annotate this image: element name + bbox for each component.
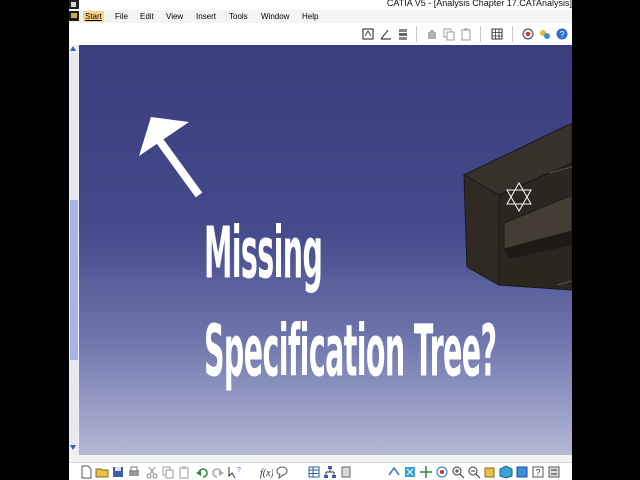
shading-icon[interactable] bbox=[515, 465, 529, 479]
formula-icon[interactable]: f(x) bbox=[259, 465, 275, 479]
rotate-icon[interactable] bbox=[435, 465, 449, 479]
tree-icon[interactable] bbox=[323, 465, 337, 479]
menu-edit[interactable]: Edit bbox=[138, 11, 156, 22]
scroll-thumb[interactable] bbox=[70, 200, 78, 360]
svg-text:?: ? bbox=[237, 467, 241, 474]
zoom-out-icon[interactable] bbox=[467, 465, 481, 479]
svg-text:?: ? bbox=[559, 30, 564, 40]
menu-view[interactable]: View bbox=[164, 11, 185, 22]
menu-insert[interactable]: Insert bbox=[194, 11, 218, 22]
hide-show-icon[interactable]: ? bbox=[531, 465, 545, 479]
angle-icon[interactable] bbox=[379, 27, 393, 41]
compass-star-icon bbox=[506, 181, 532, 213]
table-icon[interactable] bbox=[307, 465, 321, 479]
window-title: CATIA V5 - [Analysis Chapter 17.CATAnaly… bbox=[386, 0, 572, 8]
paste-icon[interactable] bbox=[459, 27, 473, 41]
zoom-in-icon[interactable] bbox=[451, 465, 465, 479]
grid-icon[interactable] bbox=[490, 27, 504, 41]
iso-view-icon[interactable] bbox=[499, 465, 513, 479]
pan-icon[interactable] bbox=[419, 465, 433, 479]
catia-app-icon bbox=[69, 0, 79, 9]
scroll-down-arrow-icon[interactable] bbox=[70, 445, 76, 450]
fit-all-icon[interactable] bbox=[403, 465, 417, 479]
menu-start[interactable]: Start bbox=[83, 11, 104, 22]
menu-window[interactable]: Window bbox=[259, 11, 291, 22]
normal-view-icon[interactable] bbox=[483, 465, 497, 479]
fly-icon[interactable] bbox=[387, 465, 401, 479]
overlay-caption-line1: Missing bbox=[204, 211, 323, 295]
print-icon[interactable] bbox=[127, 465, 141, 479]
title-bar: CATIA V5 - [Analysis Chapter 17.CATAnaly… bbox=[69, 0, 572, 10]
overlay-caption-line2: Specification Tree? bbox=[204, 309, 497, 393]
scroll-up-arrow-icon[interactable] bbox=[70, 46, 76, 51]
swap-icon[interactable] bbox=[547, 465, 561, 479]
hand-icon[interactable] bbox=[425, 27, 439, 41]
save-icon[interactable] bbox=[111, 465, 125, 479]
render-icon[interactable] bbox=[538, 27, 552, 41]
menu-file[interactable]: File bbox=[113, 11, 130, 22]
svg-text:f(x): f(x) bbox=[260, 468, 273, 479]
menu-tools[interactable]: Tools bbox=[227, 11, 250, 22]
sketch-icon[interactable] bbox=[361, 27, 375, 41]
whats-this-icon[interactable]: ? bbox=[227, 465, 241, 479]
catalog-icon[interactable] bbox=[339, 465, 353, 479]
help-icon[interactable]: ? bbox=[555, 27, 569, 41]
document-control-icon[interactable] bbox=[69, 11, 79, 21]
menu-bar: Start File Edit View Insert Tools Window… bbox=[69, 10, 572, 23]
new-icon[interactable] bbox=[79, 465, 93, 479]
copy-icon[interactable] bbox=[442, 27, 456, 41]
redo-icon[interactable] bbox=[211, 465, 225, 479]
undo-icon[interactable] bbox=[195, 465, 209, 479]
stack-icon[interactable] bbox=[396, 27, 410, 41]
vertical-scrollbar[interactable] bbox=[69, 45, 79, 455]
top-toolbar: ? bbox=[69, 23, 572, 46]
menu-help[interactable]: Help bbox=[300, 11, 320, 22]
bottom-toolbar: ? f(x) ? bbox=[69, 462, 572, 480]
open-icon[interactable] bbox=[95, 465, 109, 479]
comment-icon[interactable] bbox=[275, 465, 289, 480]
paste-icon[interactable] bbox=[177, 465, 191, 479]
compass-icon[interactable] bbox=[521, 27, 535, 41]
copy-icon[interactable] bbox=[161, 465, 175, 479]
horizontal-splitter[interactable] bbox=[69, 455, 572, 462]
svg-text:?: ? bbox=[535, 468, 540, 478]
cut-icon[interactable] bbox=[145, 465, 159, 479]
3d-viewport[interactable]: Missing Specification Tree? bbox=[79, 45, 572, 455]
catia-window: CATIA V5 - [Analysis Chapter 17.CATAnaly… bbox=[69, 0, 572, 480]
